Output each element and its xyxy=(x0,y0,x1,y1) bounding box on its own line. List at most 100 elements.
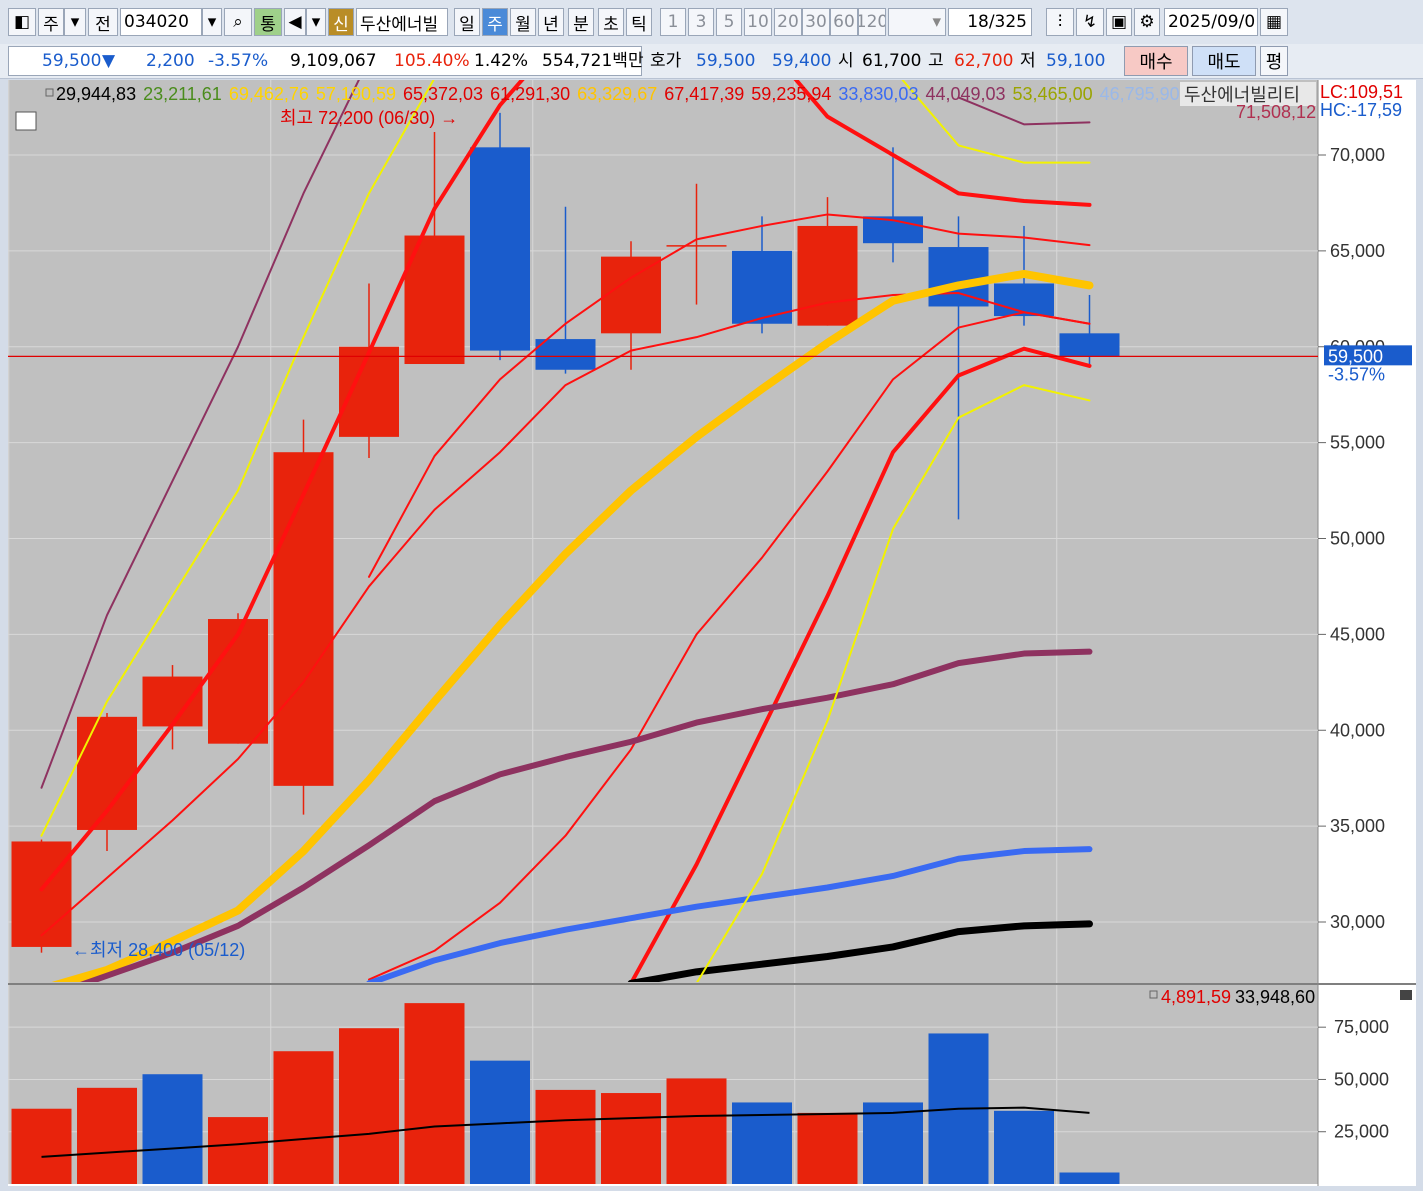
period-tab[interactable]: 틱 xyxy=(626,8,652,36)
chevron-down-icon[interactable]: ▾ xyxy=(64,8,86,36)
avg-button[interactable]: 평 xyxy=(1260,46,1288,76)
volume-bar xyxy=(1059,1172,1120,1184)
page-count-field[interactable]: 18/325 xyxy=(948,8,1032,36)
vol-y-tick-label: 75,000 xyxy=(1334,1017,1389,1037)
interval-button[interactable]: 5 xyxy=(716,8,742,36)
y-tick-label: 40,000 xyxy=(1330,720,1385,740)
lc-label: LC:109,51 xyxy=(1320,82,1403,102)
bid-price: 59,400 xyxy=(772,51,832,71)
open-label: 시 xyxy=(838,51,854,71)
candle-type-icon[interactable]: ⫶ xyxy=(1046,8,1074,36)
y-tick-label: 35,000 xyxy=(1330,816,1385,836)
speaker-icon[interactable]: ◀ xyxy=(284,8,306,36)
legend-value: 53,465,00 xyxy=(1013,84,1093,104)
interval-button[interactable]: 3 xyxy=(688,8,714,36)
price-change-pct: -3.57% xyxy=(208,51,269,71)
interval-custom-select[interactable]: ▾ xyxy=(888,8,946,36)
legend-value: 33,830,03 xyxy=(838,84,918,104)
chart-area[interactable]: 30,00035,00040,00045,00050,00055,00060,0… xyxy=(8,80,1416,1186)
candle-body xyxy=(1059,333,1120,357)
interval-button[interactable]: 10 xyxy=(744,8,772,36)
vol-panel-close-icon xyxy=(1400,990,1412,1000)
grid-toggle-icon xyxy=(15,111,37,131)
volume-value: 9,109,067 xyxy=(290,51,377,71)
high-price: 62,700 xyxy=(954,51,1014,71)
y-tick-label: 65,000 xyxy=(1330,241,1385,261)
interval-button[interactable]: 1 xyxy=(660,8,686,36)
vol-y-tick-label: 25,000 xyxy=(1334,1122,1389,1142)
save-icon[interactable]: ▣ xyxy=(1106,8,1132,36)
main-toolbar: ◧ 주 ▾ 전 034020 ▾ ⌕ 통 ◀ ▾ 신 두산에너빌 일주월년분초틱… xyxy=(0,0,1423,45)
candle-body xyxy=(797,225,858,326)
sin-badge[interactable]: 신 xyxy=(328,8,354,36)
candle-body xyxy=(470,147,530,351)
volume-bar xyxy=(535,1089,596,1184)
candle-body xyxy=(11,841,72,947)
period-tab[interactable]: 년 xyxy=(538,8,564,36)
period-tab[interactable]: 분 xyxy=(568,8,594,36)
hoga-label: 호가 xyxy=(650,51,682,71)
legend-value: 23,211,61 xyxy=(143,84,222,104)
candle-body xyxy=(273,452,334,786)
legend-value: 44,049,03 xyxy=(925,84,1005,104)
quote-bar: 59,500 ▼ 2,200 -3.57% 9,109,067 105.40% … xyxy=(0,44,1423,79)
volume-bar xyxy=(11,1108,72,1184)
y-tick-label: 50,000 xyxy=(1330,529,1385,549)
window-menu-icon[interactable]: ◧ xyxy=(8,8,36,36)
candle-body xyxy=(601,256,661,334)
price-plot-bg xyxy=(8,80,1318,983)
legend-value: 67,417,39 xyxy=(664,84,744,104)
volume-plot-bg xyxy=(8,985,1318,1184)
max-annotation: 최고 72,200 (06/30) → xyxy=(280,108,458,128)
price-chart[interactable]: 30,00035,00040,00045,00050,00055,00060,0… xyxy=(8,80,1416,1186)
interval-button[interactable]: 30 xyxy=(802,8,830,36)
prev-button[interactable]: 전 xyxy=(88,8,118,36)
min-annotation: ←최저 28,400 (05/12) xyxy=(72,940,245,960)
code-dropdown-icon[interactable]: ▾ xyxy=(202,8,222,36)
low-label: 저 xyxy=(1020,51,1036,71)
interval-button[interactable]: 120 xyxy=(858,8,886,36)
y-tick-label: 30,000 xyxy=(1330,912,1385,932)
legend-value: 46,795,90 xyxy=(1100,84,1180,104)
period-tab[interactable]: 주 xyxy=(482,8,508,36)
tong-button[interactable]: 통 xyxy=(254,8,282,36)
gear-icon[interactable]: ⚙ xyxy=(1134,8,1160,36)
search-icon[interactable]: ⌕ xyxy=(224,8,252,36)
legend-value: 59,235,94 xyxy=(751,84,831,104)
legend-value: 63,329,67 xyxy=(577,84,657,104)
high-label: 고 xyxy=(928,51,944,71)
legend-value: 61,291,30 xyxy=(490,84,570,104)
interval-button[interactable]: 60 xyxy=(830,8,858,36)
ask-price: 59,500 xyxy=(696,51,756,71)
period-tab[interactable]: 월 xyxy=(510,8,536,36)
interval-button[interactable]: 20 xyxy=(774,8,802,36)
candle-body xyxy=(928,247,989,307)
y-tick-label: 55,000 xyxy=(1330,433,1385,453)
calendar-icon[interactable]: ▦ xyxy=(1260,8,1288,36)
period-tab[interactable]: 초 xyxy=(598,8,624,36)
stock-code-input[interactable]: 034020 xyxy=(120,8,202,36)
volume-bar xyxy=(273,1051,334,1184)
volume-bar xyxy=(797,1112,858,1184)
period-type-select[interactable]: 주 xyxy=(38,8,64,36)
line-tool-icon[interactable]: ↯ xyxy=(1076,8,1104,36)
date-field[interactable]: 2025/09/01 xyxy=(1164,8,1258,36)
volume-bar xyxy=(601,1093,661,1184)
candle-body xyxy=(339,346,399,437)
speaker-dropdown-icon[interactable]: ▾ xyxy=(306,8,326,36)
hc-label: HC:-17,59 xyxy=(1320,100,1402,120)
price-change: 2,200 xyxy=(146,51,195,71)
current-price: 59,500 xyxy=(42,51,102,71)
open-price: 61,700 xyxy=(862,51,922,71)
down-arrow-icon: ▼ xyxy=(102,51,116,71)
period-tab[interactable]: 일 xyxy=(454,8,480,36)
stock-name-field[interactable]: 두산에너빌 xyxy=(356,8,448,36)
volume-bar xyxy=(994,1110,1054,1184)
candle-body xyxy=(666,245,727,247)
candle-body xyxy=(994,283,1054,317)
sell-button[interactable]: 매도 xyxy=(1192,46,1256,76)
y-tick-label: 45,000 xyxy=(1330,624,1385,644)
vol-y-tick-label: 50,000 xyxy=(1334,1069,1389,1089)
buy-button[interactable]: 매수 xyxy=(1124,46,1188,76)
legend-value: 65,372,03 xyxy=(403,84,483,104)
